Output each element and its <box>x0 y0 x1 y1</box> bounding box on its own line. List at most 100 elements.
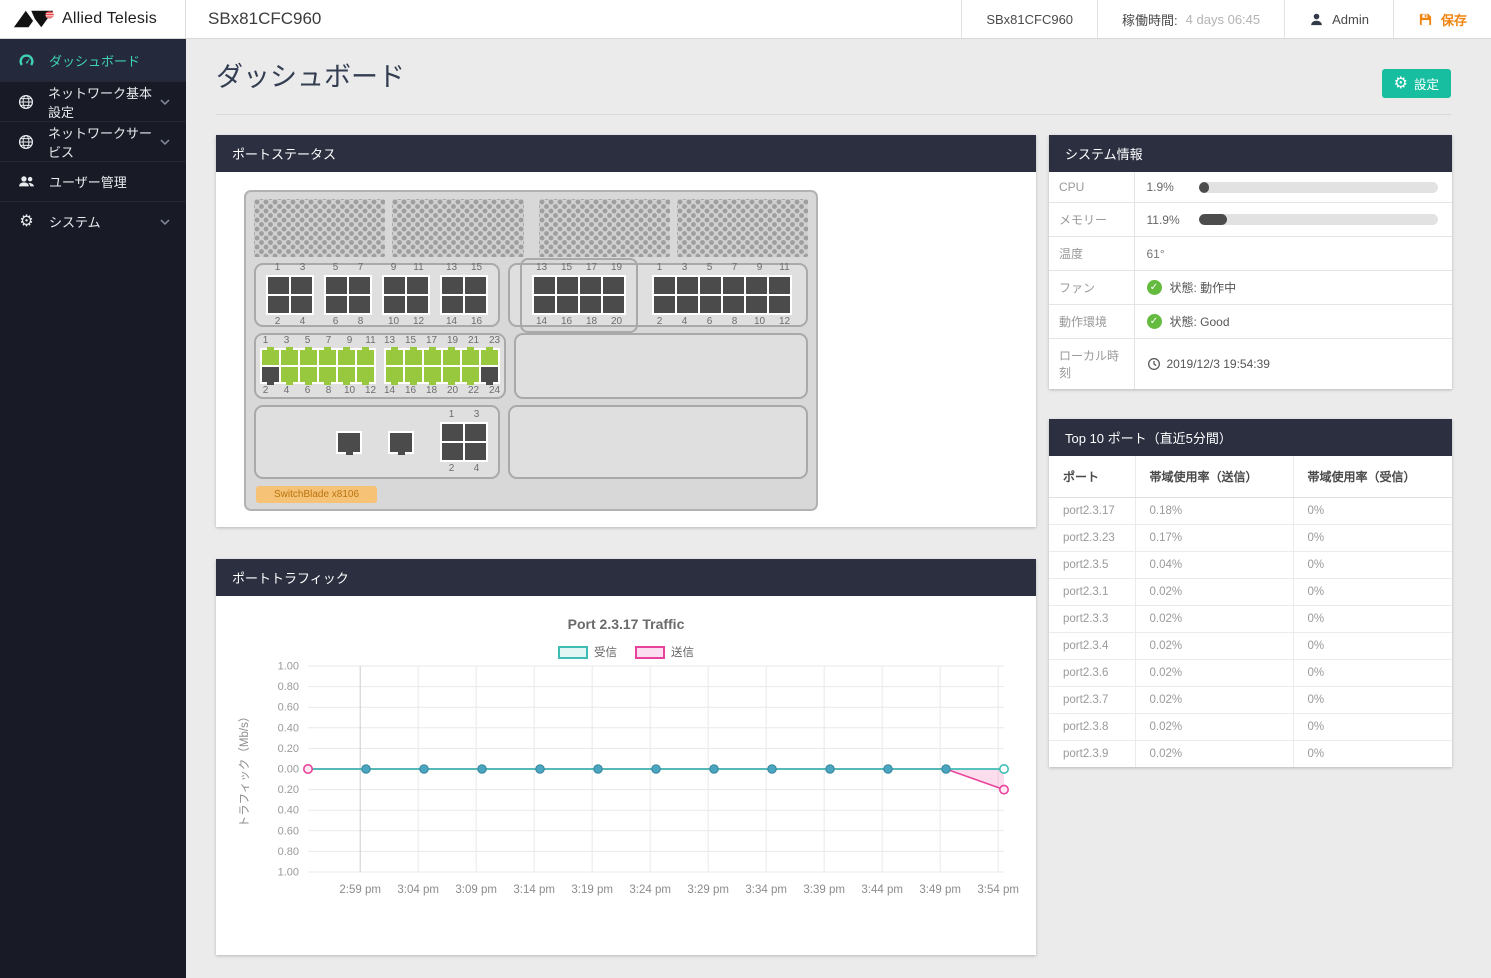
port[interactable] <box>442 443 463 460</box>
port[interactable] <box>291 296 312 313</box>
port[interactable] <box>338 433 360 452</box>
port[interactable] <box>268 277 289 294</box>
bandwidth-cell: 0% <box>1293 579 1452 606</box>
table-row[interactable]: port2.3.40.02%0% <box>1049 633 1452 660</box>
sidebar-item-network-services[interactable]: ネットワークサービス <box>0 121 186 161</box>
port[interactable] <box>349 277 370 294</box>
port[interactable] <box>677 296 698 313</box>
port[interactable] <box>268 296 289 313</box>
port[interactable] <box>465 443 486 460</box>
svg-text:2:59 pm: 2:59 pm <box>339 884 381 896</box>
port[interactable] <box>386 350 403 365</box>
port[interactable] <box>465 424 486 441</box>
port[interactable] <box>357 350 374 365</box>
port[interactable] <box>580 296 601 313</box>
table-row[interactable]: port2.3.90.02%0% <box>1049 741 1452 768</box>
port[interactable] <box>462 367 479 382</box>
sidebar-item-user-management[interactable]: ユーザー管理 <box>0 161 186 201</box>
port[interactable] <box>462 350 479 365</box>
sidebar-item-network-basic[interactable]: ネットワーク基本設定 <box>0 81 186 121</box>
port[interactable] <box>442 296 463 313</box>
port[interactable] <box>769 296 790 313</box>
port[interactable] <box>338 350 355 365</box>
legend-item[interactable]: 送信 <box>635 644 694 660</box>
port[interactable] <box>443 350 460 365</box>
port[interactable] <box>746 296 767 313</box>
table-row[interactable]: port2.3.10.02%0% <box>1049 579 1452 606</box>
port[interactable] <box>534 277 555 294</box>
port[interactable] <box>654 277 675 294</box>
port[interactable] <box>281 367 298 382</box>
port[interactable] <box>746 277 767 294</box>
port[interactable] <box>326 296 347 313</box>
port[interactable] <box>357 367 374 382</box>
port[interactable] <box>465 277 486 294</box>
port[interactable] <box>407 296 428 313</box>
save-button[interactable]: 保存 <box>1393 0 1491 38</box>
port[interactable] <box>319 350 336 365</box>
svg-text:3:19 pm: 3:19 pm <box>571 884 613 896</box>
port[interactable] <box>723 296 744 313</box>
sidebar-item-system[interactable]: ⚙ システム <box>0 201 186 241</box>
port[interactable] <box>300 367 317 382</box>
port[interactable] <box>424 350 441 365</box>
port[interactable] <box>390 433 412 452</box>
port[interactable] <box>557 296 578 313</box>
port-number: 4 <box>291 316 314 328</box>
table-row[interactable]: port2.3.170.18%0% <box>1049 498 1452 525</box>
port[interactable] <box>262 367 279 382</box>
port[interactable] <box>319 367 336 382</box>
port[interactable] <box>534 296 555 313</box>
port[interactable] <box>700 277 721 294</box>
user-menu[interactable]: Admin <box>1284 0 1393 38</box>
port[interactable] <box>291 277 312 294</box>
port[interactable] <box>384 296 405 313</box>
port[interactable] <box>424 367 441 382</box>
port[interactable] <box>349 296 370 313</box>
port[interactable] <box>442 424 463 441</box>
port[interactable] <box>300 350 317 365</box>
port[interactable] <box>580 277 601 294</box>
port[interactable] <box>700 296 721 313</box>
allied-telesis-logo <box>13 8 55 30</box>
port[interactable] <box>723 277 744 294</box>
port[interactable] <box>407 277 428 294</box>
legend-item[interactable]: 受信 <box>558 644 617 660</box>
port[interactable] <box>677 277 698 294</box>
port[interactable] <box>481 367 498 382</box>
port[interactable] <box>557 277 578 294</box>
port[interactable] <box>465 296 486 313</box>
sidebar-item-label: ユーザー管理 <box>49 172 127 191</box>
port[interactable] <box>384 277 405 294</box>
port[interactable] <box>603 277 624 294</box>
table-row[interactable]: port2.3.80.02%0% <box>1049 714 1452 741</box>
port[interactable] <box>338 367 355 382</box>
port[interactable] <box>262 350 279 365</box>
sidebar-item-dashboard[interactable]: ダッシュボード <box>0 39 186 81</box>
port[interactable] <box>603 296 624 313</box>
table-row[interactable]: port2.3.30.02%0% <box>1049 606 1452 633</box>
port-number: 20 <box>605 316 628 328</box>
settings-button[interactable]: ⚙ 設定 <box>1382 69 1451 98</box>
port-number: 9 <box>382 262 405 274</box>
port-number: 7 <box>349 262 372 274</box>
port-number: 1 <box>440 409 463 421</box>
port[interactable] <box>281 350 298 365</box>
port-number: 13 <box>380 335 399 347</box>
port[interactable] <box>326 277 347 294</box>
table-row[interactable]: port2.3.70.02%0% <box>1049 687 1452 714</box>
port[interactable] <box>481 350 498 365</box>
port[interactable] <box>386 367 403 382</box>
port[interactable] <box>443 367 460 382</box>
sysinfo-value: 11.9% <box>1134 203 1452 237</box>
port[interactable] <box>405 350 422 365</box>
port[interactable] <box>405 367 422 382</box>
table-row[interactable]: port2.3.60.02%0% <box>1049 660 1452 687</box>
port-number: 16 <box>401 385 420 397</box>
sysinfo-label: CPU <box>1049 172 1134 203</box>
table-row[interactable]: port2.3.50.04%0% <box>1049 552 1452 579</box>
port[interactable] <box>442 277 463 294</box>
port[interactable] <box>654 296 675 313</box>
table-row[interactable]: port2.3.230.17%0% <box>1049 525 1452 552</box>
port[interactable] <box>769 277 790 294</box>
